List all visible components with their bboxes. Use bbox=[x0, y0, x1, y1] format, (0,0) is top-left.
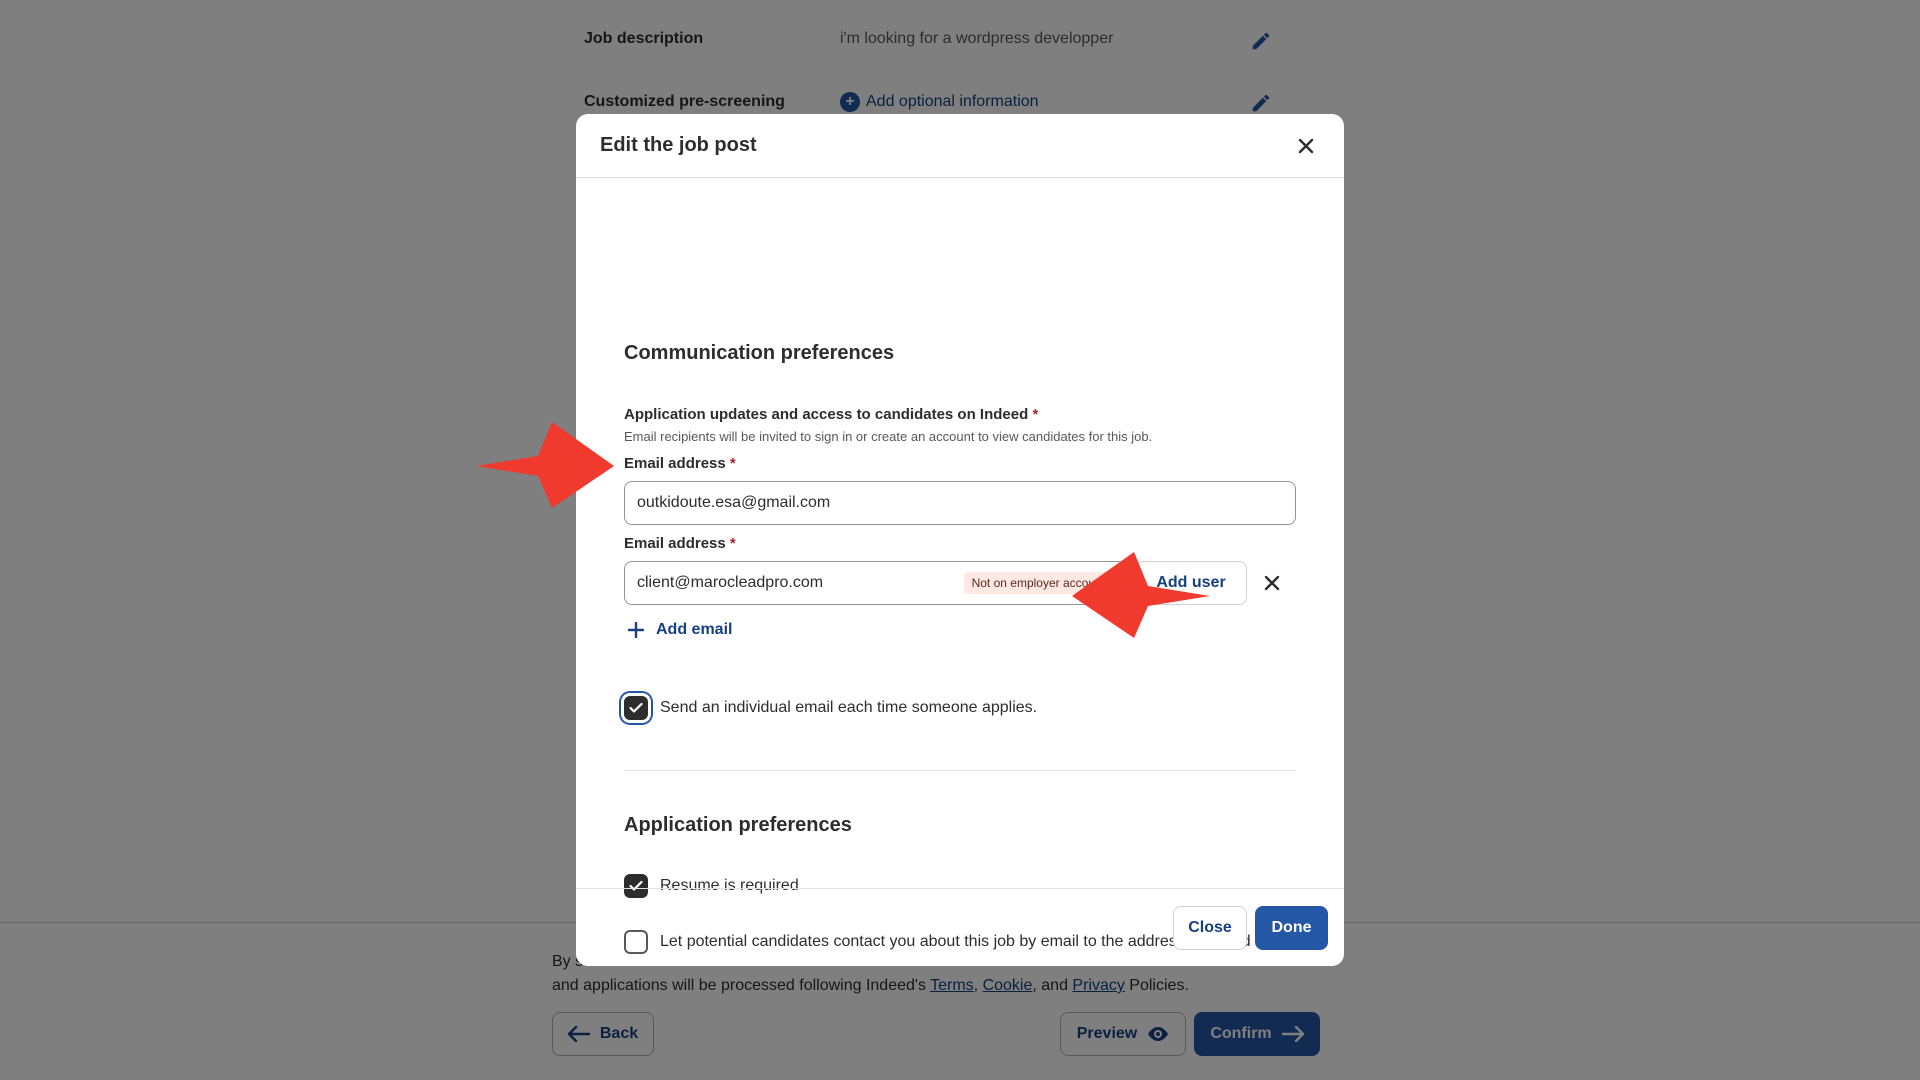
email-label-2: Email address * bbox=[624, 535, 736, 552]
communication-preferences-title: Communication preferences bbox=[624, 342, 895, 364]
email-field-1[interactable]: outkidoute.esa@gmail.com bbox=[624, 481, 1296, 525]
email-value-1: outkidoute.esa@gmail.com bbox=[637, 494, 831, 511]
updates-label: Application updates and access to candid… bbox=[624, 406, 1039, 423]
email-value-2: client@marocleadpro.com bbox=[637, 574, 824, 591]
add-email-label: Add email bbox=[656, 621, 733, 638]
close-dialog-button[interactable] bbox=[1292, 132, 1320, 160]
updates-helper-text: Email recipients will be invited to sign… bbox=[624, 429, 1153, 444]
edit-job-post-dialog: Edit the job post Communication preferen… bbox=[576, 114, 1344, 966]
application-preferences-title: Application preferences bbox=[624, 814, 852, 836]
plus-icon bbox=[628, 622, 644, 638]
individual-email-checkbox[interactable] bbox=[624, 696, 648, 720]
annotation-arrow-left-icon bbox=[1072, 552, 1210, 638]
dialog-body: Communication preferences Application up… bbox=[576, 178, 1344, 954]
dialog-header: Edit the job post bbox=[576, 114, 1344, 178]
done-button[interactable]: Done bbox=[1255, 905, 1328, 950]
section-divider bbox=[624, 770, 1296, 771]
add-email-button[interactable]: Add email bbox=[628, 621, 732, 639]
dialog-title: Edit the job post bbox=[600, 134, 757, 156]
updates-field-group: Application updates and access to candid… bbox=[624, 406, 1296, 444]
annotation-arrow-right-icon bbox=[476, 422, 614, 508]
close-icon bbox=[1264, 575, 1280, 591]
dialog-footer: Close Done bbox=[576, 888, 1344, 966]
remove-email-button[interactable] bbox=[1258, 569, 1286, 597]
close-button[interactable]: Close bbox=[1173, 905, 1247, 950]
close-icon bbox=[1298, 138, 1314, 153]
email-label-1: Email address * bbox=[624, 455, 736, 472]
individual-email-checkbox-row[interactable]: Send an individual email each time someo… bbox=[624, 696, 1037, 720]
email-field-2[interactable]: client@marocleadpro.com Not on employer … bbox=[624, 561, 1126, 605]
individual-email-label: Send an individual email each time someo… bbox=[660, 699, 1038, 716]
checkmark-icon bbox=[629, 702, 643, 713]
